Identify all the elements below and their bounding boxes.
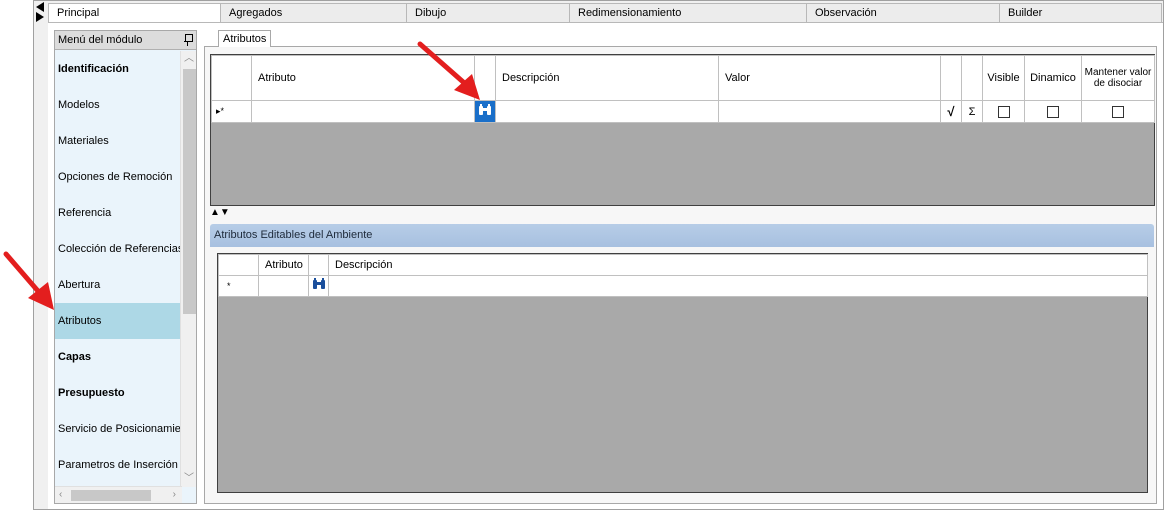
scroll-left-icon[interactable] xyxy=(36,2,44,12)
formula-button[interactable]: √ xyxy=(940,100,962,123)
sqrt-icon: √ xyxy=(947,104,955,119)
pin-icon[interactable] xyxy=(184,34,193,46)
column-header-atributo[interactable]: Atributo xyxy=(251,55,475,101)
atributos-panel: Atributo Descripción Valor Visible Dinam… xyxy=(204,46,1157,504)
atributos-content: Atributos Atributo Descripción Valor Vis… xyxy=(204,30,1157,504)
tab-builder[interactable]: Builder xyxy=(999,3,1162,22)
column-header-valor[interactable]: Valor xyxy=(718,55,941,101)
horizontal-scroll-thumb[interactable] xyxy=(71,490,151,501)
atributo-cell[interactable] xyxy=(258,275,309,297)
module-menu: Menú del módulo Identificación Modelos M… xyxy=(54,30,197,504)
visible-cell xyxy=(982,100,1025,123)
lookup-button[interactable] xyxy=(474,100,496,123)
descripcion-cell[interactable] xyxy=(495,100,719,123)
tab-principal[interactable]: Principal xyxy=(48,3,221,23)
sidebar-item-servicio-posicionamiento[interactable]: Servicio de Posicionamiento xyxy=(55,411,182,447)
sidebar-vertical-scrollbar[interactable]: ︿ ﹀ xyxy=(180,51,196,487)
table-row: ▸* √ Σ xyxy=(211,100,1155,123)
column-header-descripcion[interactable]: Descripción xyxy=(495,55,719,101)
valor-cell[interactable] xyxy=(718,100,941,123)
binoculars-icon xyxy=(478,103,492,120)
module-window: Principal Agregados Dibujo Redimensionam… xyxy=(33,0,1164,510)
main-area: Menú del módulo Identificación Modelos M… xyxy=(48,22,1163,509)
sidebar-item-coleccion-referencias[interactable]: Colección de Referencias xyxy=(55,231,182,267)
column-header-atributo[interactable]: Atributo xyxy=(258,254,309,276)
sidebar-item-materiales[interactable]: Materiales xyxy=(55,123,182,159)
new-row-indicator: * xyxy=(218,275,259,297)
sidebar-item-presupuesto[interactable]: Presupuesto xyxy=(55,375,182,411)
atributos-grid: Atributo Descripción Valor Visible Dinam… xyxy=(210,54,1155,206)
scroll-left-small-icon[interactable]: ‹ xyxy=(59,489,62,501)
sidebar-item-parametros-insercion[interactable]: Parametros de Inserción xyxy=(55,447,182,483)
mantener-checkbox[interactable] xyxy=(1112,105,1124,118)
column-header-mantener[interactable]: Mantener valor de disociar xyxy=(1081,55,1155,101)
column-header-dinamico[interactable]: Dinamico xyxy=(1024,55,1082,101)
top-tab-strip: Principal Agregados Dibujo Redimensionam… xyxy=(48,3,1163,23)
atributos-header-row: Atributo Descripción Valor Visible Dinam… xyxy=(211,55,1155,101)
sidebar-item-atributos[interactable]: Atributos xyxy=(55,303,182,339)
tab-atributos[interactable]: Atributos xyxy=(218,30,272,47)
column-header-formula xyxy=(940,55,962,101)
scroll-down-icon[interactable]: ﹀ xyxy=(184,473,194,485)
module-menu-list: Identificación Modelos Materiales Opcion… xyxy=(55,51,182,487)
column-header-lookup xyxy=(308,254,329,276)
atributos-editables-table: Atributo Descripción * xyxy=(218,254,1148,297)
sum-button[interactable]: Σ xyxy=(961,100,983,123)
scroll-right-icon[interactable] xyxy=(36,12,44,22)
sidebar-item-modelos[interactable]: Modelos xyxy=(55,87,182,123)
tab-observacion[interactable]: Observación xyxy=(806,3,1000,22)
sidebar-item-referencia[interactable]: Referencia xyxy=(55,195,182,231)
scroll-up-icon[interactable]: ︿ xyxy=(184,53,194,65)
group-header-atributos-editables: Atributos Editables del Ambiente xyxy=(210,224,1154,247)
atributos-editables-grid: Atributo Descripción * xyxy=(217,253,1148,493)
row-header-cell xyxy=(211,55,252,101)
module-menu-title: Menú del módulo xyxy=(58,34,143,46)
dinamico-checkbox[interactable] xyxy=(1047,105,1059,118)
sidebar-item-opciones-remocion[interactable]: Opciones de Remoción xyxy=(55,159,182,195)
column-header-descripcion[interactable]: Descripción xyxy=(328,254,1148,276)
tab-scroll-arrows[interactable] xyxy=(34,1,48,23)
row-header-cell xyxy=(218,254,259,276)
column-header-visible[interactable]: Visible xyxy=(982,55,1025,101)
tab-redimensionamiento[interactable]: Redimensionamiento xyxy=(569,3,807,22)
descripcion-cell[interactable] xyxy=(328,275,1148,297)
binoculars-icon xyxy=(312,278,326,294)
lookup-button[interactable] xyxy=(308,275,329,297)
sidebar-item-abertura[interactable]: Abertura xyxy=(55,267,182,303)
atributo-cell[interactable] xyxy=(251,100,475,123)
column-header-sigma xyxy=(961,55,983,101)
mantener-cell xyxy=(1081,100,1155,123)
module-menu-header: Menú del módulo xyxy=(55,31,196,50)
sidebar-item-identificacion[interactable]: Identificación xyxy=(55,51,182,87)
sidebar-item-capas[interactable]: Capas xyxy=(55,339,182,375)
dinamico-cell xyxy=(1024,100,1082,123)
visible-checkbox[interactable] xyxy=(997,105,1010,118)
table-row: * xyxy=(218,275,1148,297)
tab-dibujo[interactable]: Dibujo xyxy=(406,3,570,22)
column-header-lookup xyxy=(474,55,496,101)
tab-agregados[interactable]: Agregados xyxy=(220,3,407,22)
sidebar-horizontal-scrollbar[interactable]: ‹ › xyxy=(55,486,182,503)
sigma-icon: Σ xyxy=(968,105,976,118)
vertical-scroll-thumb[interactable] xyxy=(183,69,196,314)
new-row-indicator: ▸* xyxy=(211,100,252,123)
atributos-editables-header-row: Atributo Descripción xyxy=(218,254,1148,276)
scroll-right-small-icon[interactable]: › xyxy=(173,489,176,501)
atributos-table: Atributo Descripción Valor Visible Dinam… xyxy=(211,55,1155,123)
splitter-handle[interactable]: ▲▼ xyxy=(210,208,230,218)
